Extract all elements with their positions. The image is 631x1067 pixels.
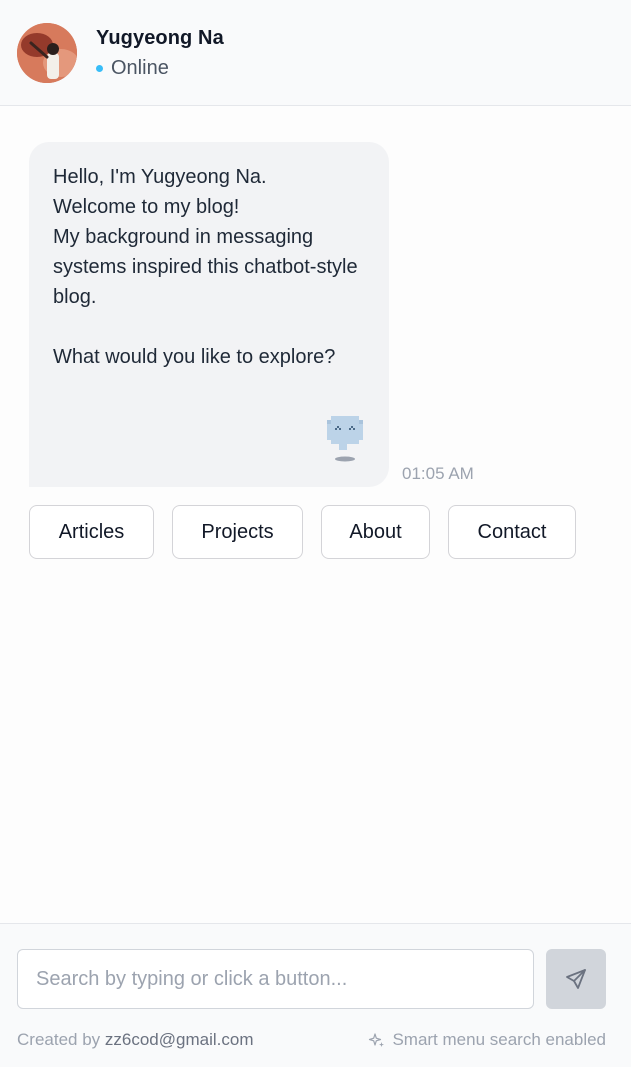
chat-area[interactable]: Hello, I'm Yugyeong Na. Welcome to my bl… <box>0 107 631 923</box>
chat-bubble-mascot-icon <box>325 412 365 469</box>
search-input[interactable] <box>17 949 534 1009</box>
contact-name: Yugyeong Na <box>96 27 224 49</box>
message-text: Hello, I'm Yugyeong Na. Welcome to my bl… <box>53 166 358 368</box>
sparkle-icon <box>368 1032 385 1049</box>
send-button[interactable] <box>546 949 606 1009</box>
smart-menu-indicator: Smart menu search enabled <box>368 1030 606 1050</box>
smart-menu-label: Smart menu search enabled <box>392 1030 606 1049</box>
quick-reply-projects-button[interactable]: Projects <box>172 505 303 559</box>
header-info: Yugyeong Na Online <box>96 25 224 80</box>
message-bubble: Hello, I'm Yugyeong Na. Welcome to my bl… <box>29 142 389 487</box>
chat-footer: Created by zz6cod@gmail.com Smart menu s… <box>0 923 631 1067</box>
online-dot-icon <box>96 65 103 72</box>
creator-email: zz6cod@gmail.com <box>104 1030 254 1049</box>
quick-reply-contact-button[interactable]: Contact <box>448 505 576 559</box>
chat-app: Yugyeong Na Online Hello, I'm Yugyeong N… <box>0 0 631 1067</box>
created-by-text: Created by zz6cod@gmail.com <box>17 1030 253 1050</box>
quick-reply-about-button[interactable]: About <box>321 505 430 559</box>
quick-reply-articles-button[interactable]: Articles <box>29 505 154 559</box>
message-timestamp: 01:05 AM <box>402 464 474 483</box>
send-icon <box>566 969 586 989</box>
avatar-photo <box>17 22 77 83</box>
status-row: Online <box>96 56 224 80</box>
created-by-label: Created by <box>17 1030 105 1049</box>
status-text: Online <box>111 57 169 79</box>
avatar[interactable] <box>17 22 77 83</box>
chat-header: Yugyeong Na Online <box>0 0 631 106</box>
